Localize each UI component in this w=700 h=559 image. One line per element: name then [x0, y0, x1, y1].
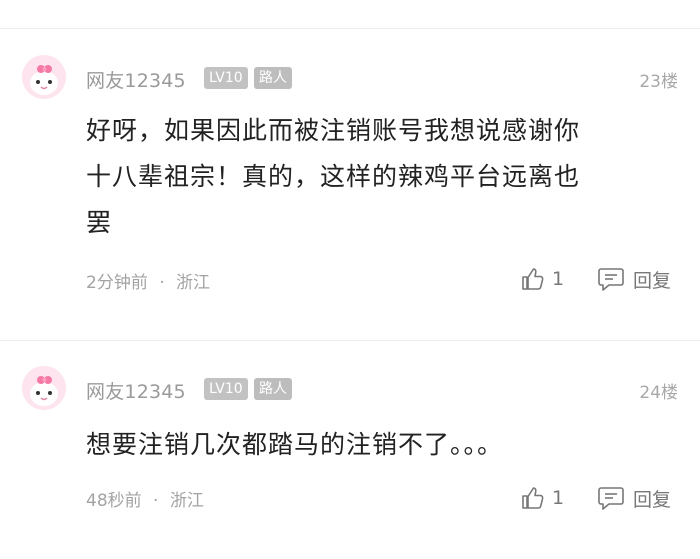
- comment-time: 48秒前: [86, 491, 142, 511]
- avatar-icon: [22, 55, 66, 99]
- username[interactable]: 网友12345: [86, 66, 186, 93]
- comment-line: 罢: [86, 208, 113, 237]
- comment-line: 十八辈祖宗！真的，这样的辣鸡平台远离也: [86, 162, 581, 191]
- role-badge: 路人: [254, 378, 292, 400]
- comment-text: 想要注销几次都踏马的注销不了。。。: [86, 422, 666, 468]
- comment-line: 想要注销几次都踏马的注销不了。。。: [86, 430, 504, 459]
- reply-label: 回复: [633, 488, 672, 511]
- role-badge: 路人: [254, 67, 292, 89]
- comment-location: 浙江: [176, 273, 211, 293]
- floor-number: 24楼: [639, 383, 678, 403]
- like-button[interactable]: 1: [520, 484, 564, 512]
- level-badge: LV10: [204, 378, 248, 400]
- reply-button[interactable]: 回复: [597, 484, 671, 512]
- reply-button[interactable]: 回复: [597, 265, 671, 293]
- thumbs-up-icon: [522, 487, 544, 509]
- meta-separator: ·: [153, 491, 159, 511]
- avatar-icon: [22, 366, 66, 410]
- thumbs-up-icon: [522, 268, 544, 290]
- comment-line: 好呀，如果因此而被注销账号我想说感谢你: [86, 116, 581, 145]
- meta-separator: ·: [159, 273, 165, 293]
- like-count: 1: [552, 268, 565, 290]
- comment-icon: [598, 268, 624, 291]
- floor-number: 23楼: [639, 72, 678, 92]
- comment-location: 浙江: [169, 491, 204, 511]
- level-badge: LV10: [204, 67, 248, 89]
- top-divider: [0, 28, 700, 29]
- comment-text: 好呀，如果因此而被注销账号我想说感谢你 十八辈祖宗！真的，这样的辣鸡平台远离也 …: [86, 108, 666, 246]
- comment-time: 2分钟前: [86, 273, 148, 293]
- avatar[interactable]: [22, 55, 66, 99]
- comment-meta: 48秒前 · 浙江: [86, 486, 204, 511]
- like-button[interactable]: 1: [520, 265, 564, 293]
- avatar[interactable]: [22, 366, 66, 410]
- like-count: 1: [552, 487, 565, 509]
- comment-icon: [598, 487, 624, 510]
- comment-meta: 2分钟前 · 浙江: [86, 268, 210, 293]
- comment-divider: [0, 340, 700, 341]
- username[interactable]: 网友12345: [86, 377, 186, 404]
- reply-label: 回复: [633, 269, 672, 292]
